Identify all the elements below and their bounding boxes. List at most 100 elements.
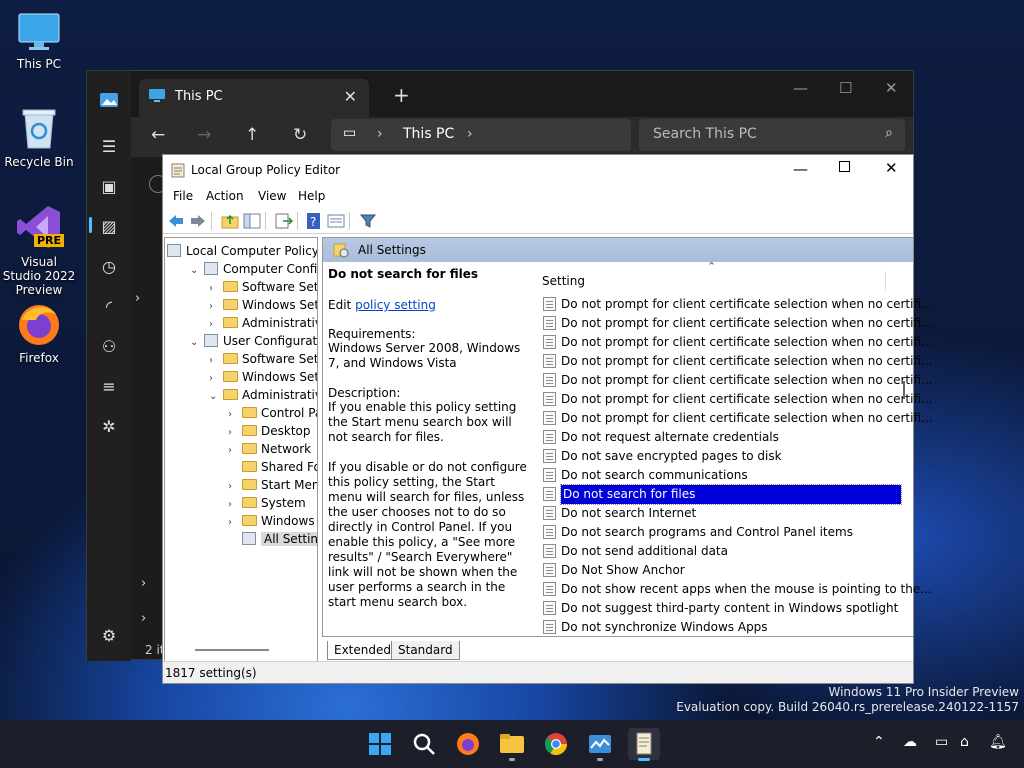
close-tab-icon[interactable]: ✕ — [344, 87, 357, 106]
chevron-down-icon[interactable]: ⌄ — [190, 334, 204, 352]
file-explorer-icon[interactable] — [496, 728, 528, 761]
properties-icon[interactable] — [327, 212, 345, 230]
group-policy-editor-window[interactable]: Local Group Policy Editor — ✕ File Actio… — [162, 154, 932, 684]
tab-extended[interactable]: Extended — [327, 641, 398, 660]
gear-icon[interactable]: ⚙ — [98, 625, 120, 647]
tree-scrollbar[interactable] — [195, 649, 269, 651]
forward-icon[interactable]: → — [197, 125, 211, 145]
desktop-icon-visual-studio[interactable]: PRE Visual Studio 2022 Preview — [1, 204, 77, 297]
setting-row[interactable]: Do not send additional data — [543, 542, 728, 561]
filter-icon[interactable] — [359, 212, 377, 230]
setting-row[interactable]: Do not prompt for client certificate sel… — [543, 371, 932, 390]
up-folder-icon[interactable] — [221, 212, 239, 230]
setting-row[interactable]: Do not suggest third-party content in Wi… — [543, 599, 898, 618]
tree-item[interactable]: › System — [228, 494, 306, 512]
chevron-right-icon[interactable]: › — [141, 611, 146, 626]
network-icon[interactable]: ⌂ — [960, 734, 969, 750]
chevron-down-icon[interactable]: ⌄ — [190, 262, 204, 280]
list-scrollbar-thumb[interactable] — [903, 381, 905, 399]
close-icon[interactable]: ✕ — [885, 159, 898, 177]
firefox-icon[interactable] — [452, 728, 484, 760]
tree-item[interactable]: ›Software Settings — [209, 350, 317, 368]
tree-item[interactable]: ›Start Menu ar — [228, 476, 317, 494]
chevron-right-icon[interactable]: › — [135, 291, 140, 306]
setting-row[interactable]: Do not prompt for client certificate sel… — [543, 314, 932, 333]
users-icon[interactable]: ⚇ — [98, 336, 120, 358]
refresh-icon[interactable]: ↻ — [293, 125, 307, 145]
tree-item[interactable]: ›Control Panel — [228, 404, 317, 422]
tree-item[interactable]: › Desktop — [228, 422, 311, 440]
tree-item[interactable]: ⌄ Computer Configura — [190, 260, 317, 280]
notepad-icon[interactable] — [628, 728, 660, 761]
tree-item[interactable]: ›Software Settings — [209, 278, 317, 296]
tree-pane[interactable]: Local Computer Policy ⌄ Computer Configura… — [164, 237, 318, 662]
settings-list[interactable]: Setting ⌃ Do not prompt for client certi… — [527, 260, 932, 634]
tree-item[interactable]: ›Windows Setting — [209, 368, 317, 386]
desktop-icon-this-pc[interactable]: This PC — [1, 10, 77, 71]
tree-item[interactable]: ⌄ Administrative Te — [209, 386, 317, 406]
setting-row[interactable]: Do not search Internet — [543, 504, 696, 523]
chevron-up-icon[interactable]: ⌃ — [873, 734, 885, 750]
back-icon[interactable]: ← — [151, 125, 165, 145]
setting-row[interactable]: Do not search for files — [543, 484, 902, 505]
search-input[interactable]: Search This PC ⌕ — [639, 119, 905, 151]
cloud-offline-icon[interactable]: ☁ — [903, 734, 917, 750]
setting-row[interactable]: Do not show recent apps when the mouse i… — [543, 580, 932, 599]
show-hide-tree-icon[interactable] — [243, 212, 261, 230]
address-bar[interactable]: ▭ › This PC › — [331, 119, 631, 151]
maximize-icon[interactable]: ☐ — [839, 79, 852, 97]
close-icon[interactable]: ✕ — [885, 79, 898, 97]
menu-action[interactable]: Action — [206, 189, 244, 203]
maximize-icon[interactable] — [839, 161, 850, 172]
export-list-icon[interactable] — [275, 212, 294, 230]
search-icon[interactable] — [408, 728, 440, 760]
task-manager-icon[interactable] — [584, 728, 616, 761]
column-header-setting[interactable]: Setting ⌃ — [542, 260, 887, 291]
widgets-icon[interactable]: ▣ — [98, 176, 120, 198]
chevron-right-icon[interactable]: › — [467, 126, 473, 142]
notification-bell-icon[interactable]: 🔔︎ — [989, 734, 1007, 750]
display-icon[interactable]: ▭ — [935, 734, 948, 750]
setting-row[interactable]: Do not request alternate credentials — [543, 428, 779, 447]
tree-item[interactable]: › Network — [228, 440, 311, 458]
menu-file[interactable]: File — [173, 189, 193, 203]
tree-item[interactable]: ›Administrative Te — [209, 314, 317, 332]
setting-row[interactable]: Do not search programs and Control Panel… — [543, 523, 853, 542]
setting-row[interactable]: Do not prompt for client certificate sel… — [543, 409, 932, 428]
tree-item[interactable]: ›Windows Setting — [209, 296, 317, 314]
tree-item[interactable]: Local Computer Policy — [167, 242, 317, 260]
menu-view[interactable]: View — [258, 189, 286, 203]
setting-row[interactable]: Do not prompt for client certificate sel… — [543, 333, 932, 352]
tree-item[interactable]: ›Windows Cor — [228, 512, 317, 530]
chrome-icon[interactable] — [540, 728, 572, 760]
back-arrow-icon[interactable] — [167, 212, 185, 230]
desktop-icon-recycle-bin[interactable]: Recycle Bin — [1, 106, 77, 169]
settings-gear-icon[interactable]: ✲ — [98, 416, 120, 438]
address-crumb[interactable]: This PC — [403, 126, 454, 142]
gallery-icon[interactable] — [98, 91, 120, 113]
history-icon[interactable]: ◷ — [98, 256, 120, 278]
tab-standard[interactable]: Standard — [391, 641, 460, 660]
desktop-icon-firefox[interactable]: Firefox — [1, 302, 77, 365]
setting-row[interactable]: Do not prompt for client certificate sel… — [543, 390, 932, 409]
setting-row[interactable]: Do not synchronize Windows Apps — [543, 618, 768, 637]
menu-icon[interactable]: ☰ — [98, 136, 120, 158]
new-tab-icon[interactable]: + — [393, 83, 410, 107]
minimize-icon[interactable]: — — [793, 79, 808, 97]
setting-row[interactable]: Do not save encrypted pages to disk — [543, 447, 782, 466]
start-icon[interactable] — [364, 728, 396, 760]
setting-row[interactable]: Do not search communications — [543, 466, 748, 485]
tree-item[interactable]: All Settings — [228, 530, 317, 548]
policy-setting-link[interactable]: policy setting — [355, 298, 436, 312]
chevron-down-icon[interactable]: ⌄ — [209, 388, 223, 406]
help-icon[interactable]: ? — [305, 212, 323, 230]
setting-row[interactable]: Do not prompt for client certificate sel… — [543, 295, 932, 314]
list-icon[interactable]: ≡ — [98, 376, 120, 398]
forward-arrow-icon[interactable] — [189, 212, 207, 230]
explorer-tab[interactable]: This PC ✕ — [139, 79, 369, 117]
tree-item[interactable]: Shared Folder — [228, 458, 317, 476]
chevron-right-icon[interactable]: › — [141, 576, 146, 591]
tree-item[interactable]: ⌄ User Configuration — [190, 332, 317, 352]
activity-icon[interactable]: ▨ — [98, 216, 120, 238]
speed-icon[interactable]: ◜ — [98, 296, 120, 318]
